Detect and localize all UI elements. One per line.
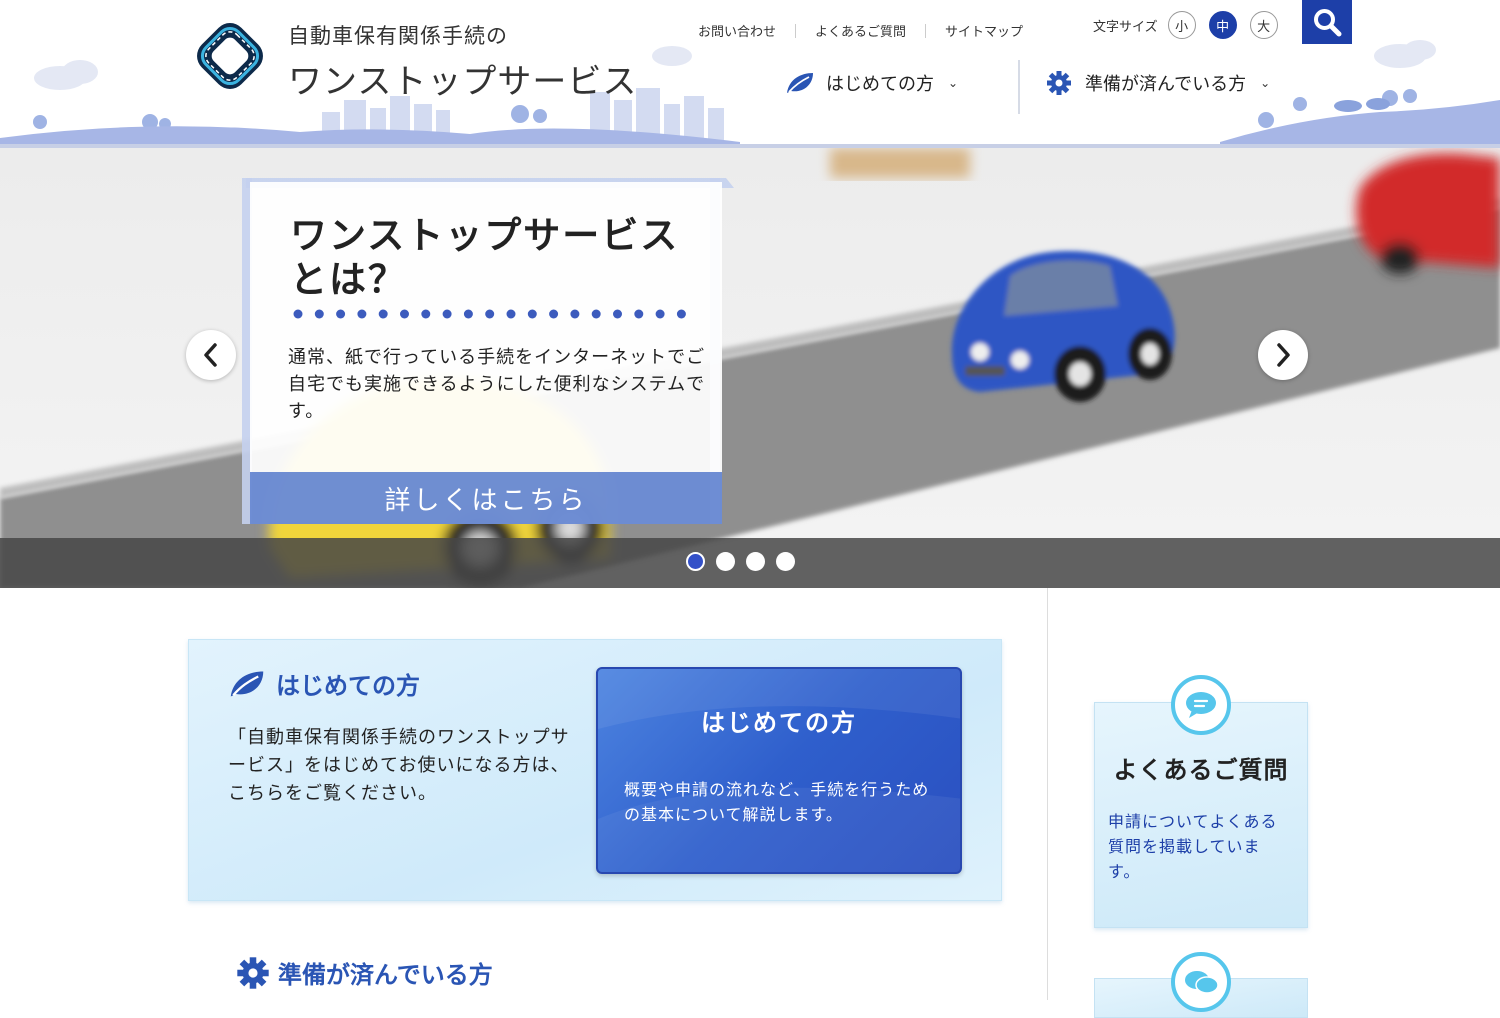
hero-title-line2: とは？ [290,258,407,301]
first-time-card-desc: 概要や申請の流れなど、手続を行うための基本について解説します。 [624,780,930,824]
chevron-down-icon: ⌄ [948,76,959,90]
ready-heading-label: 準備が済んでいる方 [278,961,493,989]
chat-bubbles-icon [1185,971,1219,994]
carousel-pager [686,552,806,571]
divider [795,23,797,38]
faq-icon-badge [1171,675,1231,735]
faq-link[interactable]: よくあるご質問 [815,21,906,40]
first-time-text: 「自動車保有関係手続のワンストップサービス」をはじめてお使いになる方は、こちらを… [228,727,570,804]
utility-nav: お問い合わせ よくあるご質問 サイトマップ [698,21,1023,40]
card-wave-decoration [598,669,960,872]
hero-carousel: ワンストップサービス とは？ 通常、紙で行っている手続をインターネットでご自宅で… [0,148,1500,588]
first-time-heading: はじめての方 [228,666,420,701]
hero-more-button[interactable]: 詳しくはこちら [250,472,722,524]
nav-first-time-label: はじめての方 [826,74,934,95]
search-button[interactable] [1302,0,1352,44]
hero-title: ワンストップサービス とは？ [290,214,679,302]
column-divider [1047,588,1048,1000]
first-time-card[interactable]: はじめての方 概要や申請の流れなど、手続を行うための基本について解説します。 [596,667,962,874]
font-size-label: 文字サイズ [1093,19,1158,35]
chat-icon-badge [1171,952,1231,1012]
gear-icon [1047,71,1071,95]
faq-card-desc: 申請についてよくある質問を掲載しています。 [1108,812,1278,881]
chevron-right-icon [1277,343,1290,367]
chevron-down-icon: ⌄ [1260,76,1271,90]
divider [925,23,927,38]
speech-bubble-icon [1186,692,1216,718]
carousel-dot-4[interactable] [776,552,795,571]
dotted-divider [293,309,686,319]
site-title[interactable]: 自動車保有関係手続の ワンストップサービス [288,20,637,103]
leaf-icon [230,671,264,696]
first-time-card-title: はじめての方 [701,709,857,737]
nav-divider [1018,60,1020,114]
chevron-left-icon [204,343,217,367]
carousel-dot-2[interactable] [716,552,735,571]
font-size-switcher: 文字サイズ 小 中 大 [1093,11,1291,39]
hero-title-line1: ワンストップサービス [290,214,680,257]
sitemap-link[interactable]: サイトマップ [945,21,1023,40]
carousel-prev-button[interactable] [186,330,236,380]
site-subtitle: 自動車保有関係手続の [288,24,508,48]
nav-first-time[interactable]: はじめての方 ⌄ [785,70,958,96]
first-time-heading-label: はじめての方 [276,672,420,700]
contact-link[interactable]: お問い合わせ [698,21,776,40]
font-size-small-button[interactable]: 小 [1167,11,1196,39]
carousel-dot-3[interactable] [746,552,765,571]
font-size-medium-button[interactable]: 中 [1208,11,1237,39]
gear-icon [237,956,269,989]
nav-ready-label: 準備が済んでいる方 [1085,74,1247,95]
search-icon [1314,9,1342,37]
carousel-next-button[interactable] [1258,330,1308,380]
leaf-icon [787,73,813,93]
faq-card-title: よくあるご質問 [1113,756,1289,784]
nav-ready[interactable]: 準備が済んでいる方 ⌄ [1046,70,1270,96]
font-size-large-button[interactable]: 大 [1249,11,1278,39]
ready-heading: 準備が済んでいる方 [236,955,493,990]
site-main-title: ワンストップサービス [288,62,638,102]
site-header: 自動車保有関係手続の ワンストップサービス お問い合わせ よくあるご質問 サイト… [0,0,1500,148]
hero-description: 通常、紙で行っている手続をインターネットでご自宅でも実施できるようにした便利なシ… [288,347,706,422]
road-diamond-logo[interactable] [186,12,274,100]
carousel-dot-1[interactable] [686,552,705,571]
